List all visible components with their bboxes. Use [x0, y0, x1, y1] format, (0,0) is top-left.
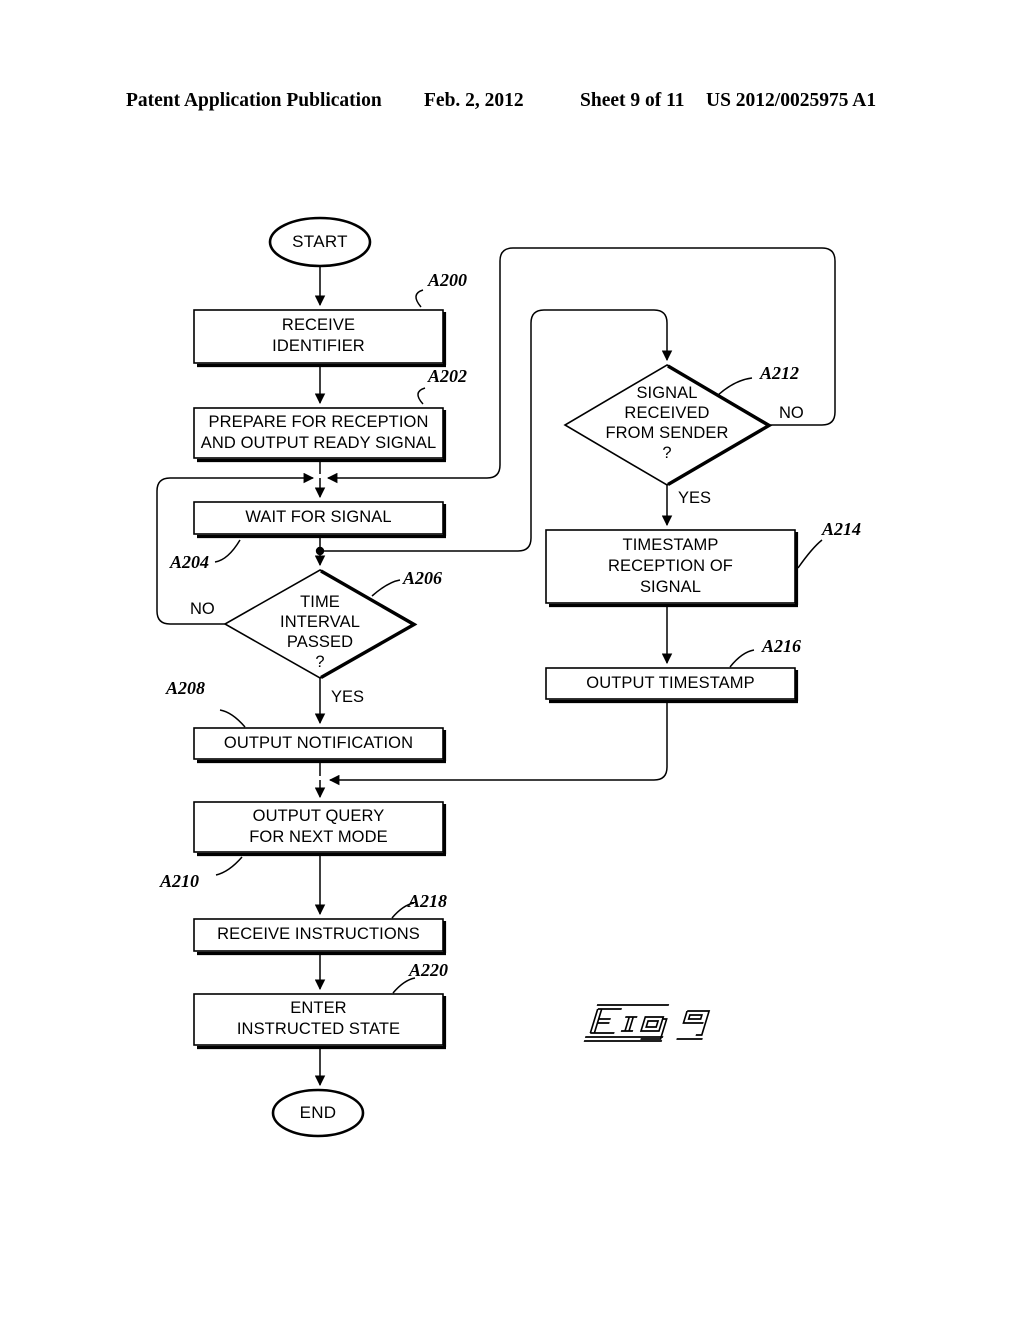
process-box-a216 [545, 667, 796, 700]
ref-numeral-a210: A210 [160, 871, 200, 891]
ref-numeral-a214: A214 [822, 519, 862, 539]
process-box-a214 [545, 529, 796, 604]
patent-page: Patent Application Publication Feb. 2, 2… [0, 0, 1024, 1320]
ref-numeral-a208: A208 [166, 678, 206, 698]
branch-label-a212-no: NO [779, 404, 804, 422]
ref-numeral-a218: A218 [408, 891, 448, 911]
end-terminal-label: END [299, 1103, 337, 1122]
ref-numeral-a202: A202 [428, 366, 468, 386]
ref-numeral-a200: A200 [428, 270, 468, 290]
ref-numeral-a204: A204 [170, 552, 210, 572]
process-box-a200 [193, 309, 444, 364]
figure-caption-glyphs [583, 1004, 711, 1042]
branch-label-a212-yes: YES [678, 489, 712, 507]
branch-label-a206-yes: YES [331, 688, 365, 706]
process-box-a204 [193, 501, 444, 535]
ref-numeral-a206: A206 [403, 568, 443, 588]
ref-numeral-a220: A220 [409, 960, 449, 980]
decision-diamond-a206 [223, 569, 417, 679]
merge-junction-above-a204 [315, 546, 325, 556]
ref-numeral-a216: A216 [762, 636, 802, 656]
branch-label-a206-no: NO [190, 600, 215, 618]
ref-numeral-a212: A212 [760, 363, 800, 383]
start-terminal-label: START [292, 232, 348, 251]
process-box-a220 [193, 993, 444, 1046]
process-box-a208 [193, 727, 444, 760]
process-box-a210 [193, 801, 444, 853]
branch-dot-below-a204 [315, 546, 325, 556]
process-box-a218 [193, 918, 444, 952]
flowchart-diagram [156, 216, 836, 1138]
process-box-a202 [193, 407, 444, 459]
figure-caption [580, 995, 740, 1051]
decision-diamond-a212 [563, 364, 772, 486]
